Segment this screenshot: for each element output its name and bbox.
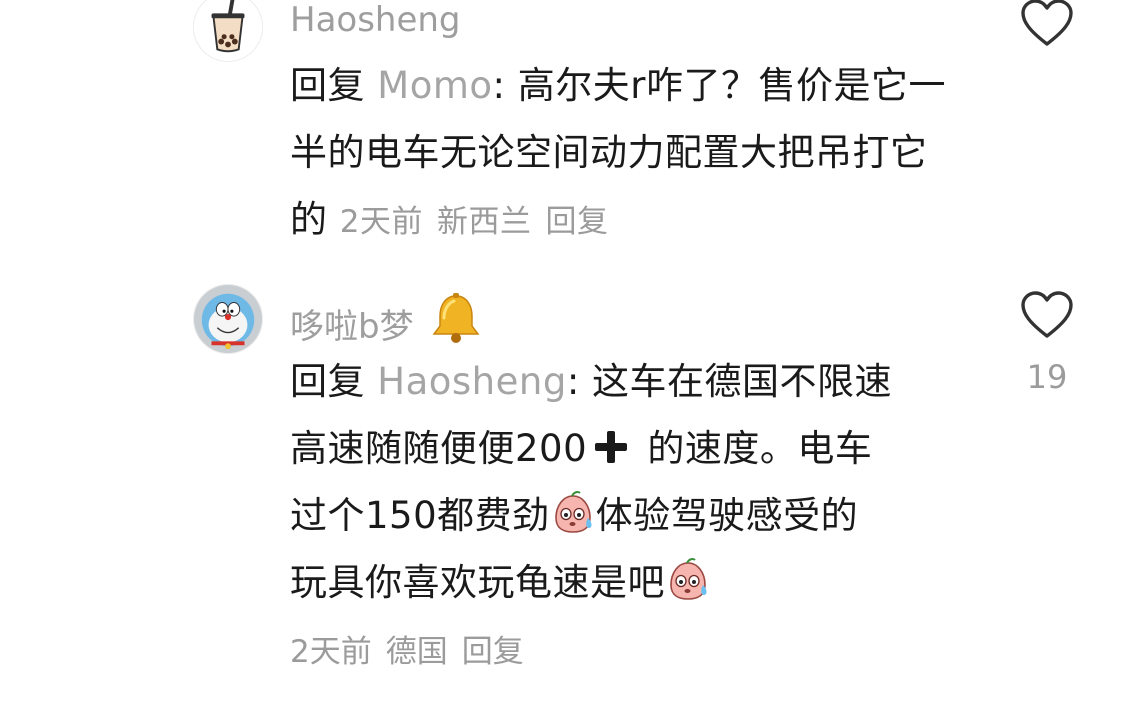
comment-text: 回复 Momo: 高尔夫r咋了？售价是它一半的电车无论空间动力配置大把吊打它的 … (290, 52, 950, 256)
avatar[interactable] (193, 0, 263, 62)
comment-body: 高速随随便便200 (290, 427, 588, 470)
reply-button[interactable]: 回复 (462, 634, 524, 670)
username-text: 哆啦b梦 (290, 307, 414, 347)
username[interactable]: 哆啦b梦 (290, 292, 484, 347)
like-count: 19 (1026, 358, 1068, 396)
reply-button[interactable]: 回复 (546, 204, 609, 240)
bubble-tea-icon (194, 0, 262, 61)
comment-line: 高速随随便便200 的速度。电车 (290, 415, 950, 482)
heart-icon[interactable] (1020, 290, 1074, 340)
mention-link[interactable]: Momo (377, 64, 492, 107)
heart-icon[interactable] (1020, 0, 1074, 48)
mention-link[interactable]: Haosheng (377, 360, 567, 403)
sweating-blob-emoji-icon (670, 558, 707, 600)
doraemon-avatar-icon (194, 285, 262, 353)
reply-prefix: 回复 (290, 64, 378, 107)
comment-text: 回复 Haosheng: 这车在德国不限速 高速随随便便200 的速度。电车 过… (290, 348, 950, 616)
comment-line: 玩具你喜欢玩龟速是吧 (290, 549, 950, 616)
avatar[interactable] (193, 284, 263, 354)
comment-body: 过个150都费劲 (290, 494, 550, 537)
comment-body: 玩具你喜欢玩龟速是吧 (290, 561, 665, 604)
comment-location: 新西兰 (437, 204, 532, 240)
bell-emoji-icon (432, 293, 480, 343)
comment-time: 2天前 (290, 634, 372, 670)
comment-line: 回复 Haosheng: 这车在德国不限速 (290, 348, 950, 415)
reply-prefix: 回复 (290, 360, 378, 403)
comment-time: 2天前 (339, 204, 423, 240)
comment-body: 体验驾驶感受的 (595, 494, 859, 537)
username[interactable]: Haosheng (290, 0, 461, 40)
comment-line: 过个150都费劲 体验驾驶感受的 (290, 482, 950, 549)
comment-item: Haosheng 回复 Momo: 高尔夫r咋了？售价是它一半的电车无论空间动力… (0, 0, 1125, 260)
heavy-plus-icon (595, 431, 628, 463)
sweating-blob-emoji-icon (554, 491, 592, 533)
comment-meta: 2天前 德国 回复 (290, 626, 538, 671)
comment-body: 的速度。电车 (635, 427, 873, 470)
comment-item: 哆啦b梦 回复 Haosheng: 这车在德国不限速 高速随随便便200 的速度… (0, 280, 1125, 700)
comment-meta: 2天前 新西兰 回复 (340, 204, 623, 240)
comment-location: 德国 (385, 634, 448, 670)
comment-body: : 这车在德国不限速 (566, 360, 893, 403)
